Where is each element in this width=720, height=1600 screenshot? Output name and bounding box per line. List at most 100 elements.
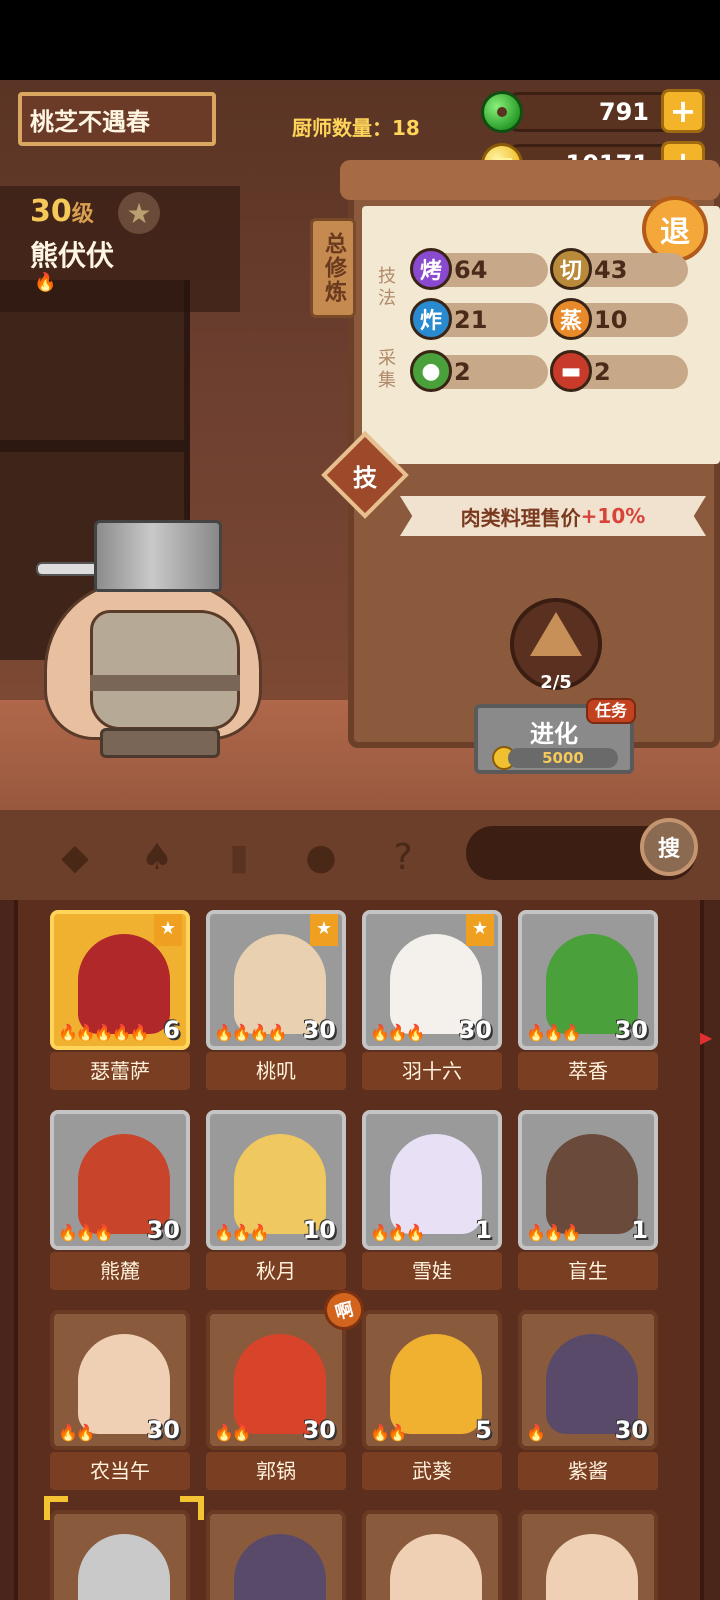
chef-card[interactable]: 🔥🔥 5 武葵 [362,1310,502,1490]
skill-fry: 炸 21 [410,298,548,340]
skill-steam-value: 10 [594,306,628,334]
chef-card[interactable] [518,1510,658,1600]
flame-icon: 🔥🔥 [214,1423,252,1442]
flame-icon: 🔥🔥 [370,1423,408,1442]
skill-fry-value: 21 [454,306,488,334]
chef-level-value: 30 [30,194,72,229]
chef-level-unit: 级 [71,202,94,227]
bonus-pct: +10% [580,504,646,528]
flame-icon: 🔥🔥🔥 [370,1023,426,1042]
chef-card-name: 郭锅 [206,1452,346,1490]
add-jade-button[interactable]: + [661,89,705,133]
star-icon[interactable]: ★ [118,192,160,234]
chef-card-box [362,1510,502,1600]
chef-portrait [234,1534,326,1600]
chef-card-level: 5 [475,1416,492,1444]
star-icon: ★ [466,914,494,946]
chef-card[interactable] [206,1510,346,1600]
skill-vegetable-value: 2 [454,358,471,386]
shovel-icon[interactable]: ♠ [134,834,180,880]
chef-card[interactable]: 🔥🔥 30 农当午 [50,1310,190,1490]
flame-icon: 🔥🔥🔥🔥🔥 [58,1023,150,1042]
chef-card-level: 30 [458,1016,492,1044]
chef-card[interactable]: 🔥🔥 30 郭锅 [206,1310,346,1490]
chef-card-name: 雪娃 [362,1252,502,1290]
steam-icon: 蒸 [550,298,592,340]
chef-card[interactable]: ★ 🔥🔥🔥🔥🔥 6 瑟蕾萨 [50,910,190,1090]
chef-card-level: 10 [302,1216,336,1244]
pot-handle [36,562,100,576]
flame-icon: 🔥🔥🔥 [214,1223,270,1242]
pot-hat [94,520,222,592]
evolution-progress: 2/5 [540,672,572,693]
chef-card[interactable]: 🔥🔥🔥 1 雪娃 [362,1110,502,1290]
vegetable-icon: ● [410,350,452,392]
chef-card-box: 🔥🔥 5 [362,1310,502,1450]
chef-card-name: 秋月 [206,1252,346,1290]
location-icon[interactable]: ● [298,834,344,880]
flame-icon: 🔥🔥🔥 [526,1023,582,1042]
chef-card[interactable]: 🔥🔥🔥 30 熊麓 [50,1110,190,1290]
chef-card[interactable]: 🔥 30 紫酱 [518,1310,658,1490]
jade-icon [481,91,523,133]
map-quest-icon[interactable]: ? [380,834,426,880]
chef-card[interactable]: 🔥🔥🔥 1 盲生 [518,1110,658,1290]
chef-card-level: 1 [631,1216,648,1244]
skill-roast: 烤 64 [410,248,548,290]
chef-card[interactable]: ★ 🔥🔥🔥🔥 30 桃叽 [206,910,346,1090]
chef-card-level: 30 [614,1016,648,1044]
chef-character [30,520,290,770]
chef-level-panel: 30级 ★ 熊伏伏 🔥 [0,186,240,312]
search-button[interactable]: 搜 [640,818,698,876]
chef-card-box: 🔥🔥🔥 1 [362,1110,502,1250]
skill-vegetable: ● 2 [410,350,548,392]
chef-card[interactable]: ★ 🔥🔥🔥 30 羽十六 [362,910,502,1090]
player-name: 桃芝不遇春 [30,107,150,136]
chef-portrait [390,1134,482,1234]
chef-belt [90,675,240,691]
flame-icon: 🔥 [34,272,57,293]
chef-card-name: 紫酱 [518,1452,658,1490]
chef-card-name: 盲生 [518,1252,658,1290]
player-name-box[interactable]: 桃芝不遇春 [18,92,216,146]
chef-portrait [546,1134,638,1234]
cut-icon: 切 [550,248,592,290]
chef-card-box [206,1510,346,1600]
bonus-ribbon: 肉类料理售价 +10% [400,496,706,536]
chef-portrait [390,1334,482,1434]
chef-card-level: 6 [163,1016,180,1044]
chef-card[interactable]: 🔥🔥🔥 10 秋月 [206,1110,346,1290]
chef-card[interactable] [362,1510,502,1600]
chef-card-box: ★ 🔥🔥🔥🔥🔥 6 [50,910,190,1050]
skill-cut: 切 43 [550,248,688,290]
chef-card-box: ★ 🔥🔥🔥 30 [362,910,502,1050]
chef-card-box: 🔥🔥🔥 10 [206,1110,346,1250]
scroll-arrow-icon[interactable]: ▶ [700,1028,712,1047]
chef-card-box: 🔥🔥🔥 30 [50,1110,190,1250]
total-cultivation-tab[interactable]: 总修炼 [310,218,356,318]
chef-count: 厨师数量：18 [292,112,420,141]
star-icon: ★ [310,914,338,946]
chef-card-box: 🔥🔥 30 [206,1310,346,1450]
bonus-text: 肉类料理售价 [460,505,581,530]
chef-count-value: 18 [392,116,420,140]
meat-filter-icon[interactable]: ◆ [52,834,98,880]
chef-portrait [390,1534,482,1600]
tech-button[interactable]: 技 [334,444,396,506]
chef-card-name: 熊麓 [50,1252,190,1290]
jar-icon[interactable]: ▮ [216,834,262,880]
chef-count-label: 厨师数量： [292,116,392,140]
skill-cut-value: 43 [594,256,628,284]
chef-card-name: 桃叽 [206,1052,346,1090]
chef-card-level: 1 [475,1216,492,1244]
chef-portrait [78,1534,170,1600]
chef-card-box: 🔥🔥🔥 1 [518,1110,658,1250]
chef-card-level: 30 [614,1416,648,1444]
chef-portrait [78,934,170,1034]
chef-card[interactable] [50,1510,190,1600]
chef-card[interactable]: 🔥🔥🔥 30 萃香 [518,910,658,1090]
board-top [340,160,720,200]
chef-card-box: ★ 🔥🔥🔥🔥 30 [206,910,346,1050]
chef-card-name: 羽十六 [362,1052,502,1090]
task-tag[interactable]: 任务 [586,698,636,724]
